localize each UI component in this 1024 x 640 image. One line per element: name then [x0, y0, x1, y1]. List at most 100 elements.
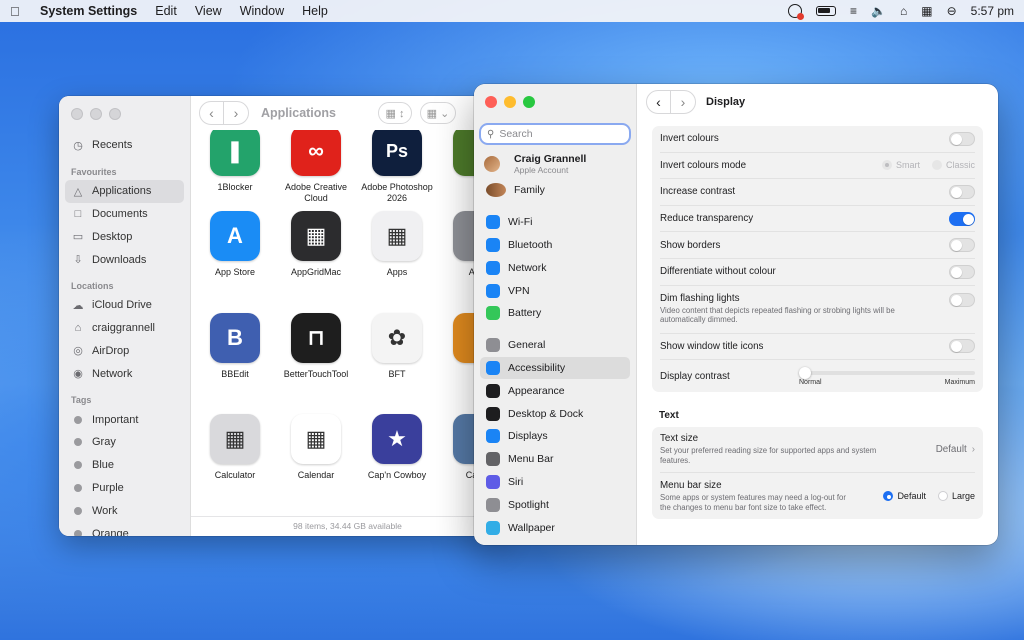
sidebar-item-documents[interactable]: □ Documents [65, 203, 184, 226]
sidebar-item-recents[interactable]: ◷ Recents [65, 134, 184, 157]
menu-view[interactable]: View [195, 4, 222, 18]
menu-help[interactable]: Help [302, 4, 328, 18]
app-item[interactable]: ▦ Calendar [276, 414, 356, 481]
content-header: ‹ › Display [638, 84, 998, 120]
app-item[interactable]: ∞ Adobe Creative Cloud [276, 130, 356, 205]
app-item[interactable]: A App Store [195, 211, 275, 278]
text-size-value[interactable]: Default [936, 444, 967, 455]
sidebar-item-network[interactable]: Network [480, 256, 630, 279]
finder-sidebar: ◷ Recents Favourites △ Applications □ Docum… [59, 96, 191, 536]
wifi-icon [486, 215, 500, 230]
sidebar-item-family[interactable]: Family [480, 179, 630, 202]
app-item[interactable]: ▦ Apps [357, 211, 437, 278]
title-icons-toggle[interactable] [949, 339, 975, 354]
sidebar-item-downloads[interactable]: ⇩ Downloads [65, 248, 184, 271]
control-center-icon[interactable]: ▦ [921, 4, 932, 18]
sidebar-item-vpn[interactable]: VPN [480, 279, 630, 302]
dim-flashing-toggle[interactable] [949, 292, 975, 307]
sidebar-item-general[interactable]: General [480, 334, 630, 357]
focus-icon[interactable]: ⊖ [947, 4, 957, 18]
app-item[interactable]: ✿ BFT [357, 313, 437, 380]
app-menu[interactable]: System Settings [40, 4, 137, 18]
sidebar-item-desktop[interactable]: ▭ Desktop [65, 225, 184, 248]
app-name: Adobe Photoshop 2026 [361, 182, 433, 204]
sidebar-tag-orange[interactable]: Orange [65, 522, 184, 536]
settings-nav-buttons: ‹ › [646, 90, 696, 114]
bluetooth-icon [486, 237, 500, 252]
group-button[interactable]: ▦ ⌄ [420, 102, 457, 124]
sidebar-tag-important[interactable]: Important [65, 408, 184, 431]
slider-knob[interactable] [799, 366, 811, 379]
sidebar-item-battery[interactable]: Battery [480, 302, 630, 325]
view-mode-button[interactable]: ▦ ↕ [378, 102, 413, 124]
dock-icon [486, 406, 500, 421]
forward-button[interactable]: › [671, 91, 695, 113]
increase-contrast-toggle[interactable] [949, 184, 975, 199]
app-item[interactable]: ▦ Calculator [195, 414, 275, 481]
invert-mode-classic-radio[interactable]: Classic [931, 160, 975, 171]
back-button[interactable]: ‹ [647, 91, 671, 113]
apple-menu-icon[interactable]:  [10, 4, 24, 19]
tag-dot-icon [74, 506, 82, 515]
invert-mode-smart-radio[interactable]: Smart [881, 160, 920, 171]
sidebar-item-applications[interactable]: △ Applications [65, 179, 184, 203]
forward-button[interactable]: › [224, 102, 248, 124]
document-icon: □ [74, 207, 82, 220]
sidebar-tag-blue[interactable]: Blue [65, 454, 184, 477]
app-icon: ▦ [210, 414, 260, 464]
row-text-size[interactable]: Text size Set your preferred reading siz… [660, 427, 975, 474]
menu-bar-large-radio[interactable]: Large [937, 491, 975, 502]
wifi-icon[interactable]: ⌂ [900, 4, 907, 18]
apple-account[interactable]: Craig Grannell Apple Account [474, 145, 636, 179]
minimize-button[interactable] [90, 108, 102, 120]
search-icon: ⚲ [487, 128, 495, 140]
sidebar-item-bluetooth[interactable]: Bluetooth [480, 234, 630, 257]
search-input[interactable]: ⚲ Search [479, 123, 631, 145]
battery-icon [486, 306, 500, 321]
sidebar-item-displays[interactable]: Displays [480, 425, 630, 448]
show-borders-toggle[interactable] [949, 238, 975, 253]
sidebar-item-desktop-dock[interactable]: Desktop & Dock [480, 402, 630, 425]
app-item[interactable]: ★ Cap'n Cowboy [357, 414, 437, 481]
invert-colours-toggle[interactable] [949, 131, 975, 146]
screen-recording-icon[interactable] [788, 4, 805, 20]
app-item[interactable]: ❚ 1Blocker [195, 130, 275, 193]
app-item[interactable]: ⊓ BetterTouchTool [276, 313, 356, 380]
sidebar-item-home[interactable]: ⌂ craiggrannell [65, 317, 184, 340]
app-name: App Store [214, 267, 256, 277]
sidebar-item-menu-bar[interactable]: Menu Bar [480, 448, 630, 471]
volume-icon[interactable]: 🔈 [871, 4, 886, 18]
app-icon: ❚ [210, 130, 260, 176]
sidebar-item-airdrop[interactable]: ◎ AirDrop [65, 340, 184, 363]
sidebar-item-wallpaper[interactable]: Wallpaper [480, 516, 630, 539]
sidebar-item-accessibility[interactable]: Accessibility [480, 356, 630, 380]
sidebar-item-appearance[interactable]: Appearance [480, 379, 630, 402]
zoom-button[interactable] [523, 96, 535, 108]
close-button[interactable] [485, 96, 497, 108]
sidebar-item-spotlight[interactable]: Spotlight [480, 493, 630, 516]
app-item[interactable]: ▦ AppGridMac [276, 211, 356, 278]
menu-window[interactable]: Window [240, 4, 284, 18]
sidebar-tag-gray[interactable]: Gray [65, 431, 184, 454]
clock[interactable]: 5:57 pm [971, 4, 1014, 18]
differentiate-toggle[interactable] [949, 264, 975, 279]
sidebar-tag-work[interactable]: Work [65, 499, 184, 522]
close-button[interactable] [71, 108, 83, 120]
app-item[interactable]: B BBEdit [195, 313, 275, 380]
app-item[interactable]: Ps Adobe Photoshop 2026 [357, 130, 437, 205]
sidebar-item-network[interactable]: ◉ Network [65, 362, 184, 385]
display-contrast-slider[interactable]: Normal Maximum [799, 366, 975, 386]
back-button[interactable]: ‹ [200, 102, 224, 124]
menu-edit[interactable]: Edit [155, 4, 177, 18]
sidebar-tag-purple[interactable]: Purple [65, 477, 184, 500]
minimize-button[interactable] [504, 96, 516, 108]
sidebar-item-siri[interactable]: Siri [480, 471, 630, 494]
battery-icon[interactable] [816, 6, 837, 16]
sidebar-item-icloud[interactable]: ☁ iCloud Drive [65, 294, 184, 317]
stats-icon[interactable]: ≡ [850, 4, 857, 18]
text-group: Text size Set your preferred reading siz… [652, 427, 983, 520]
zoom-button[interactable] [109, 108, 121, 120]
sidebar-item-wi-fi[interactable]: Wi-Fi [480, 211, 630, 234]
menu-bar-default-radio[interactable]: Default [883, 491, 926, 502]
reduce-transparency-toggle[interactable] [949, 211, 975, 226]
